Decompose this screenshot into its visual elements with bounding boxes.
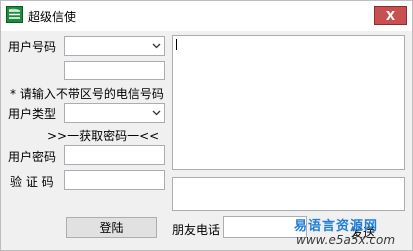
- login-button-label: 登陆: [99, 221, 124, 235]
- captcha-input[interactable]: [64, 170, 165, 190]
- message-textarea[interactable]: [172, 35, 405, 170]
- user-number-input[interactable]: [64, 61, 165, 80]
- get-password-link[interactable]: >>一获取密码一<<: [47, 127, 159, 144]
- reply-textarea[interactable]: [172, 177, 405, 211]
- app-window: 超级信使 X 用户号码 * 请输入不带区号的电信号码 用户类型 >>一获取密码一…: [0, 0, 413, 251]
- hint-label: * 请输入不带区号的电信号码: [10, 87, 164, 101]
- dropdown-arrow-icon: [152, 110, 161, 116]
- login-button[interactable]: 登陆: [66, 217, 157, 238]
- close-icon: X: [385, 8, 396, 23]
- friend-phone-label: 朋友电话: [172, 223, 221, 237]
- user-number-combo[interactable]: [64, 36, 165, 56]
- user-type-label: 用户类型: [8, 107, 57, 121]
- app-logo-icon: [6, 6, 23, 23]
- user-type-combo[interactable]: [64, 103, 165, 123]
- captcha-label: 验 证 码: [10, 175, 54, 189]
- window-title: 超级信使: [28, 10, 77, 24]
- title-bar: 超级信使 X: [1, 1, 412, 31]
- user-password-label: 用户密码: [8, 150, 57, 164]
- watermark-line2: www.e5a5x.com: [296, 233, 396, 247]
- dropdown-arrow-icon: [152, 43, 161, 49]
- user-password-input[interactable]: [64, 145, 165, 165]
- site-watermark: 易语言资源网 www.e5a5x.com: [294, 215, 409, 249]
- text-caret: [176, 39, 177, 50]
- watermark-line1: 易语言资源网: [294, 219, 379, 234]
- user-number-label: 用户号码: [8, 40, 57, 54]
- close-button[interactable]: X: [374, 6, 407, 25]
